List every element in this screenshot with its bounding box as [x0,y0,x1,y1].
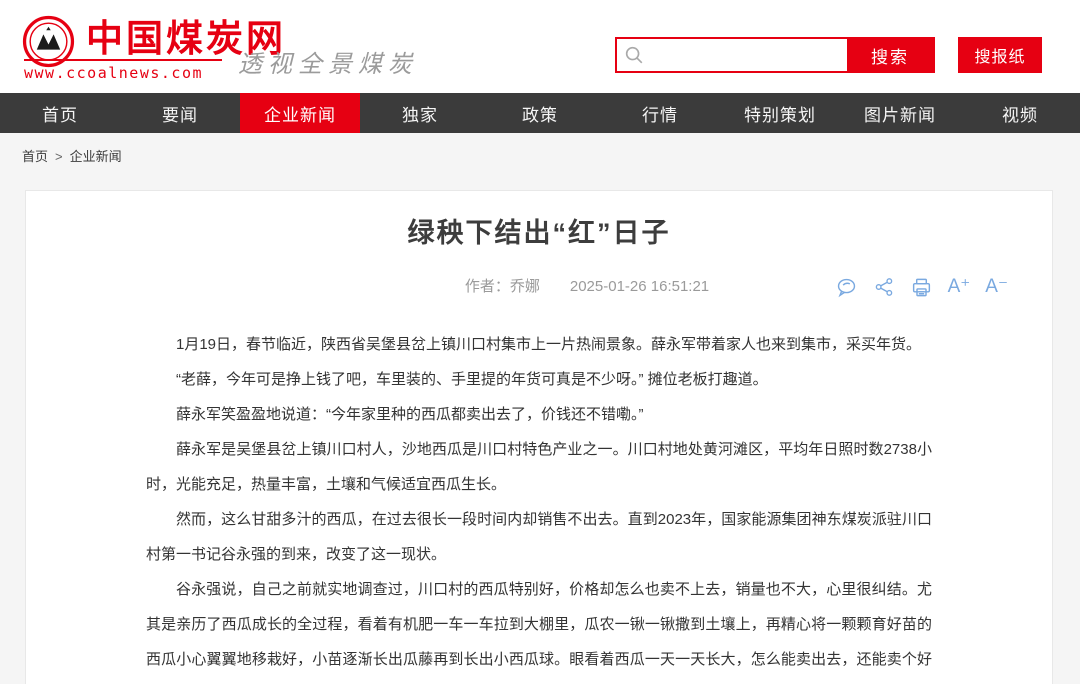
article-paragraph: 1月19日，春节临近，陕西省吴堡县岔上镇川口村集市上一片热闹景象。薛永军带着家人… [146,327,932,362]
nav-item-exclusive[interactable]: 独家 [360,93,480,133]
article-paragraph: “老薛，今年可是挣上钱了吧，车里装的、手里提的年货可真是不少呀。” 摊位老板打趣… [146,362,932,397]
article-author: 作者：乔娜 [465,278,540,295]
nav-item-enterprise-news[interactable]: 企业新闻 [240,93,360,133]
breadcrumb-item-home[interactable]: 首页 [22,149,48,164]
article-title: 绿秧下结出“红”日子 [26,191,1052,250]
article-card: 绿秧下结出“红”日子 作者：乔娜 2025-01-26 16:51:21 [25,190,1053,684]
breadcrumb-separator: > [55,149,63,164]
comment-icon[interactable] [835,275,858,299]
nav-item-market[interactable]: 行情 [600,93,720,133]
article-toolbar: A⁺ A⁻ [835,275,1008,299]
site-tagline: 透视全景煤炭 [238,44,418,79]
nav-item-special-coverage[interactable]: 特别策划 [720,93,840,133]
article-paragraph: 薛永军笑盈盈地说道：“今年家里种的西瓜都卖出去了，价钱还不错嘞。” [146,397,932,432]
breadcrumb: 首页 > 企业新闻 [0,133,1080,190]
search-icon [617,39,651,71]
site-header: 中国煤炭网 www.ccoalnews.com 透视全景煤炭 搜索 搜报纸 [0,0,1080,93]
nav-item-policy[interactable]: 政策 [480,93,600,133]
article-paragraph: 谷永强说，自己之前就实地调查过，川口村的西瓜特别好，价格却怎么也卖不上去，销量也… [146,572,932,684]
nav-item-video[interactable]: 视频 [960,93,1080,133]
search-input[interactable] [651,39,847,71]
share-icon[interactable] [873,275,895,299]
nav-item-home[interactable]: 首页 [0,93,120,133]
font-decrease-button[interactable]: A⁻ [985,275,1008,299]
font-increase-button[interactable]: A⁺ [948,275,971,299]
logo-underline [24,59,222,61]
article-published-time: 2025-01-26 16:51:21 [570,278,709,295]
nav-item-top-news[interactable]: 要闻 [120,93,240,133]
article-paragraph: 然而，这么甘甜多汁的西瓜，在过去很长一段时间内却销售不出去。直到2023年，国家… [146,502,932,572]
search-box: 搜索 [615,37,935,73]
breadcrumb-item-enterprise-news[interactable]: 企业新闻 [70,149,122,164]
byline-row: 作者：乔娜 2025-01-26 16:51:21 [26,274,1052,300]
print-icon[interactable] [910,275,933,299]
main-nav: 首页要闻企业新闻独家政策行情特别策划图片新闻视频 [0,93,1080,133]
site-url: www.ccoalnews.com [24,64,203,82]
search-button[interactable]: 搜索 [847,39,933,71]
nav-item-photo-news[interactable]: 图片新闻 [840,93,960,133]
search-newspaper-button[interactable]: 搜报纸 [958,37,1042,73]
article-body: 1月19日，春节临近，陕西省吴堡县岔上镇川口村集市上一片热闹景象。薛永军带着家人… [146,327,932,684]
article-paragraph: 薛永军是吴堡县岔上镇川口村人，沙地西瓜是川口村特色产业之一。川口村地处黄河滩区，… [146,432,932,502]
